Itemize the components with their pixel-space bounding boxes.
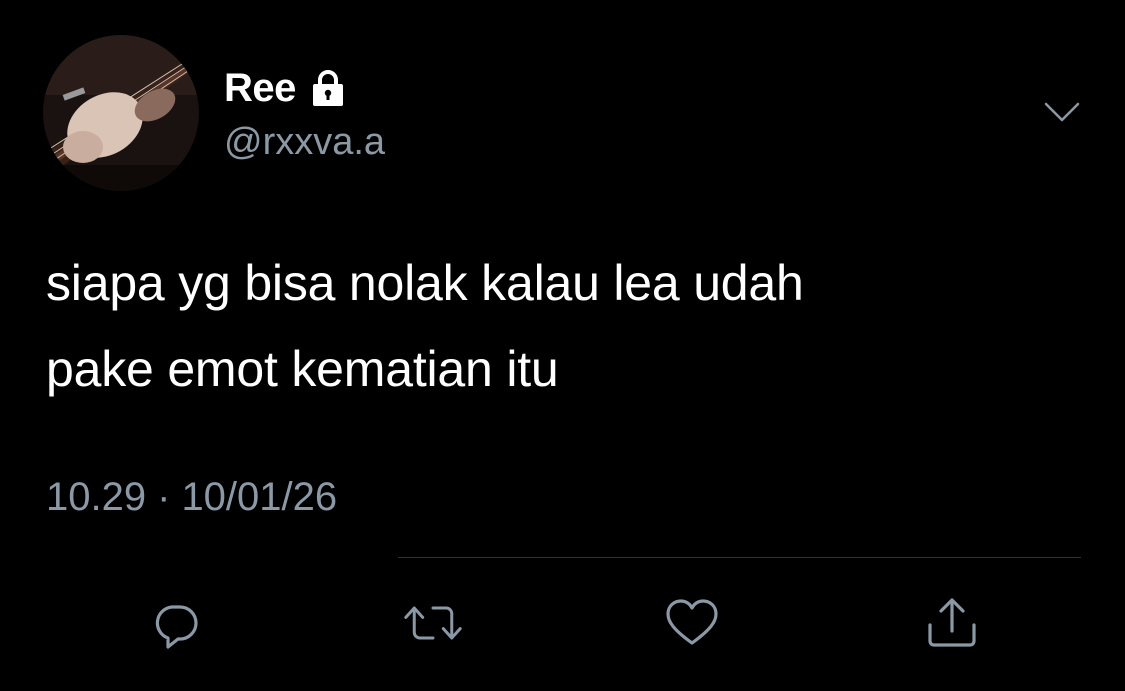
timestamp-separator: · xyxy=(157,475,171,519)
retweet-button[interactable] xyxy=(403,595,463,651)
user-handle[interactable]: @rxxva.a xyxy=(224,119,385,165)
share-button[interactable] xyxy=(922,595,982,651)
tweet-text-line: siapa yg bisa nolak kalau lea udah xyxy=(46,255,804,311)
avatar-image xyxy=(43,35,199,191)
tweet-text: siapa yg bisa nolak kalau lea udah pake … xyxy=(46,240,1076,412)
chevron-down-icon[interactable] xyxy=(1042,98,1082,126)
share-icon xyxy=(928,598,976,647)
display-name[interactable]: Ree xyxy=(224,64,296,112)
retweet-icon xyxy=(404,606,462,640)
display-name-row: Ree xyxy=(224,64,348,112)
like-button[interactable] xyxy=(662,595,722,651)
reply-button[interactable] xyxy=(146,595,206,651)
action-bar xyxy=(0,595,1125,651)
tweet-timestamp: 10.29 · 10/01/26 xyxy=(46,473,337,521)
divider xyxy=(398,557,1081,558)
tweet-date: 10/01/26 xyxy=(181,475,338,519)
reply-icon xyxy=(155,605,198,649)
avatar[interactable] xyxy=(43,35,199,191)
heart-icon xyxy=(666,599,718,645)
lock-icon xyxy=(308,68,348,108)
tweet-text-line: pake emot kematian itu xyxy=(46,341,559,397)
tweet-time: 10.29 xyxy=(46,475,147,519)
